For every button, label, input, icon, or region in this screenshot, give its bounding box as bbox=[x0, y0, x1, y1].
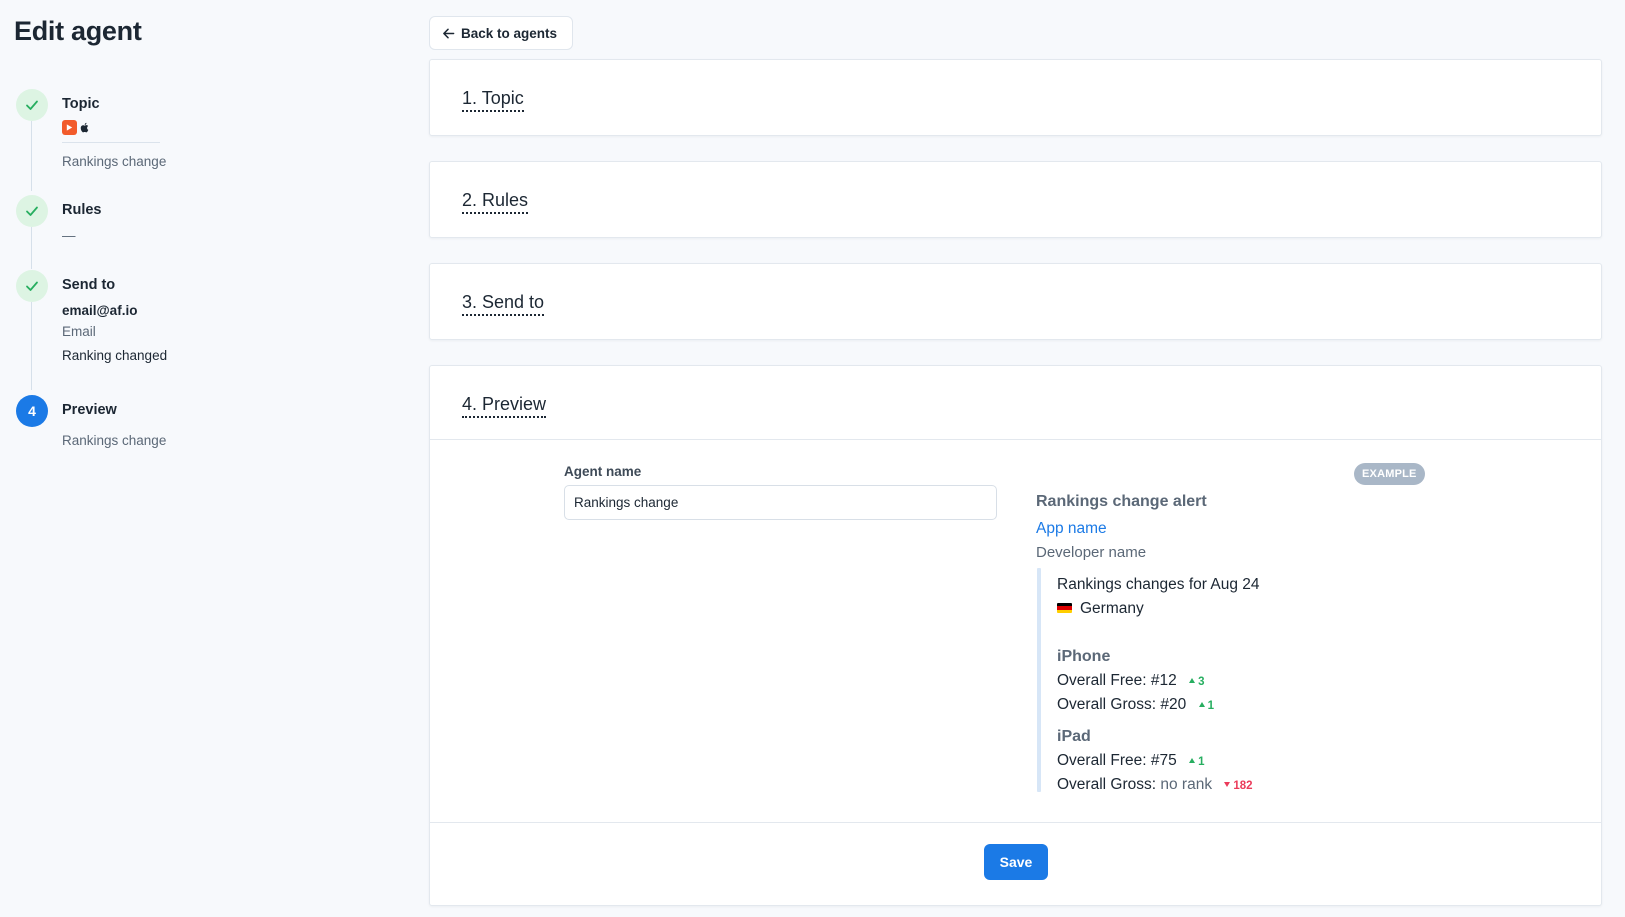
page-title: Edit agent bbox=[14, 16, 142, 46]
topic-store-icons bbox=[62, 120, 90, 135]
edit-agent-page: Edit agent Topic Rankings change Rules —… bbox=[0, 0, 1625, 917]
rank-value: #75 bbox=[1150, 752, 1177, 769]
arrow-left-icon bbox=[443, 28, 455, 38]
preview-rank-row: Overall Free: #75 1 bbox=[1057, 752, 1205, 770]
rank-label: Overall Gross: bbox=[1057, 776, 1157, 793]
apple-icon bbox=[80, 122, 90, 133]
step-connector bbox=[31, 227, 32, 269]
agent-name-input[interactable] bbox=[564, 485, 997, 520]
rules-section[interactable]: 2. Rules bbox=[429, 161, 1602, 238]
agent-name-label: Agent name bbox=[564, 464, 642, 479]
preview-section-heading[interactable]: 4. Preview bbox=[462, 393, 547, 418]
topic-section-heading[interactable]: 1. Topic bbox=[462, 87, 524, 112]
step-subtitle: — bbox=[62, 228, 76, 243]
footer-divider bbox=[430, 822, 1601, 823]
preview-rank-row: Overall Gross: no rank 182 bbox=[1057, 776, 1253, 794]
step-event: Ranking changed bbox=[62, 348, 168, 363]
section-divider bbox=[430, 439, 1601, 440]
rank-change-value: 1 bbox=[1207, 700, 1214, 712]
preview-developer-name: Developer name bbox=[1036, 544, 1147, 561]
preview-device-ipad: iPad bbox=[1057, 728, 1091, 745]
rank-label: Overall Free: bbox=[1057, 672, 1147, 689]
triangle-up-icon bbox=[1189, 758, 1196, 763]
rank-value: #12 bbox=[1150, 672, 1177, 689]
check-icon bbox=[26, 281, 38, 291]
rank-change-value: 182 bbox=[1233, 780, 1253, 792]
step-recipient: email@af.io bbox=[62, 303, 138, 318]
back-to-agents-button[interactable]: Back to agents bbox=[429, 16, 574, 50]
topic-section[interactable]: 1. Topic bbox=[429, 59, 1602, 136]
rank-change-value: 3 bbox=[1198, 676, 1205, 688]
step-done-indicator bbox=[16, 270, 48, 302]
step-number-indicator: 4 bbox=[16, 395, 48, 427]
preview-rank-row: Overall Gross: #20 1 bbox=[1057, 696, 1214, 714]
preview-section: 4. Preview Agent name EXAMPLE Rankings c… bbox=[429, 365, 1602, 906]
rank-change-value: 1 bbox=[1198, 756, 1205, 768]
germany-flag-icon bbox=[1057, 602, 1072, 613]
preview-quote-bar bbox=[1037, 568, 1041, 792]
step-done-indicator bbox=[16, 89, 48, 121]
rank-change-up: 1 bbox=[1189, 756, 1205, 768]
step-channel: Email bbox=[62, 324, 96, 339]
triangle-up-icon bbox=[1198, 702, 1205, 707]
step-title: Preview bbox=[62, 402, 117, 418]
step-done-indicator bbox=[16, 195, 48, 227]
preview-device-iphone: iPhone bbox=[1057, 648, 1111, 665]
app-store-logo-icon bbox=[62, 120, 77, 135]
preview-date-line: Rankings changes for Aug 24 bbox=[1057, 576, 1260, 593]
save-button[interactable]: Save bbox=[984, 844, 1048, 880]
back-button-label: Back to agents bbox=[461, 25, 558, 41]
preview-country-name: Germany bbox=[1080, 600, 1144, 617]
step-subtitle: Rankings change bbox=[62, 433, 167, 448]
step-connector bbox=[31, 302, 32, 390]
preview-alert-title: Rankings change alert bbox=[1036, 493, 1207, 510]
topic-divider bbox=[62, 142, 160, 143]
preview-country: Germany bbox=[1057, 600, 1144, 618]
example-badge: EXAMPLE bbox=[1354, 463, 1425, 485]
rank-change-down: 182 bbox=[1224, 780, 1253, 792]
send-to-section-heading[interactable]: 3. Send to bbox=[462, 291, 545, 316]
step-connector bbox=[31, 121, 32, 191]
preview-rank-row: Overall Free: #12 3 bbox=[1057, 672, 1205, 690]
step-title: Topic bbox=[62, 96, 100, 112]
step-title: Send to bbox=[62, 277, 116, 293]
rank-change-up: 1 bbox=[1198, 700, 1214, 712]
triangle-down-icon bbox=[1224, 782, 1231, 787]
triangle-up-icon bbox=[1189, 678, 1196, 683]
preview-app-name-link[interactable]: App name bbox=[1036, 520, 1107, 538]
step-subtitle: Rankings change bbox=[62, 154, 167, 169]
send-to-section[interactable]: 3. Send to bbox=[429, 263, 1602, 340]
rank-change-up: 3 bbox=[1189, 676, 1205, 688]
check-icon bbox=[26, 206, 38, 216]
rank-value: no rank bbox=[1160, 776, 1213, 793]
rank-value: #20 bbox=[1160, 696, 1187, 713]
check-icon bbox=[26, 100, 38, 110]
rules-section-heading[interactable]: 2. Rules bbox=[462, 189, 529, 214]
rank-label: Overall Free: bbox=[1057, 752, 1147, 769]
rank-label: Overall Gross: bbox=[1057, 696, 1157, 713]
step-title: Rules bbox=[62, 202, 102, 218]
